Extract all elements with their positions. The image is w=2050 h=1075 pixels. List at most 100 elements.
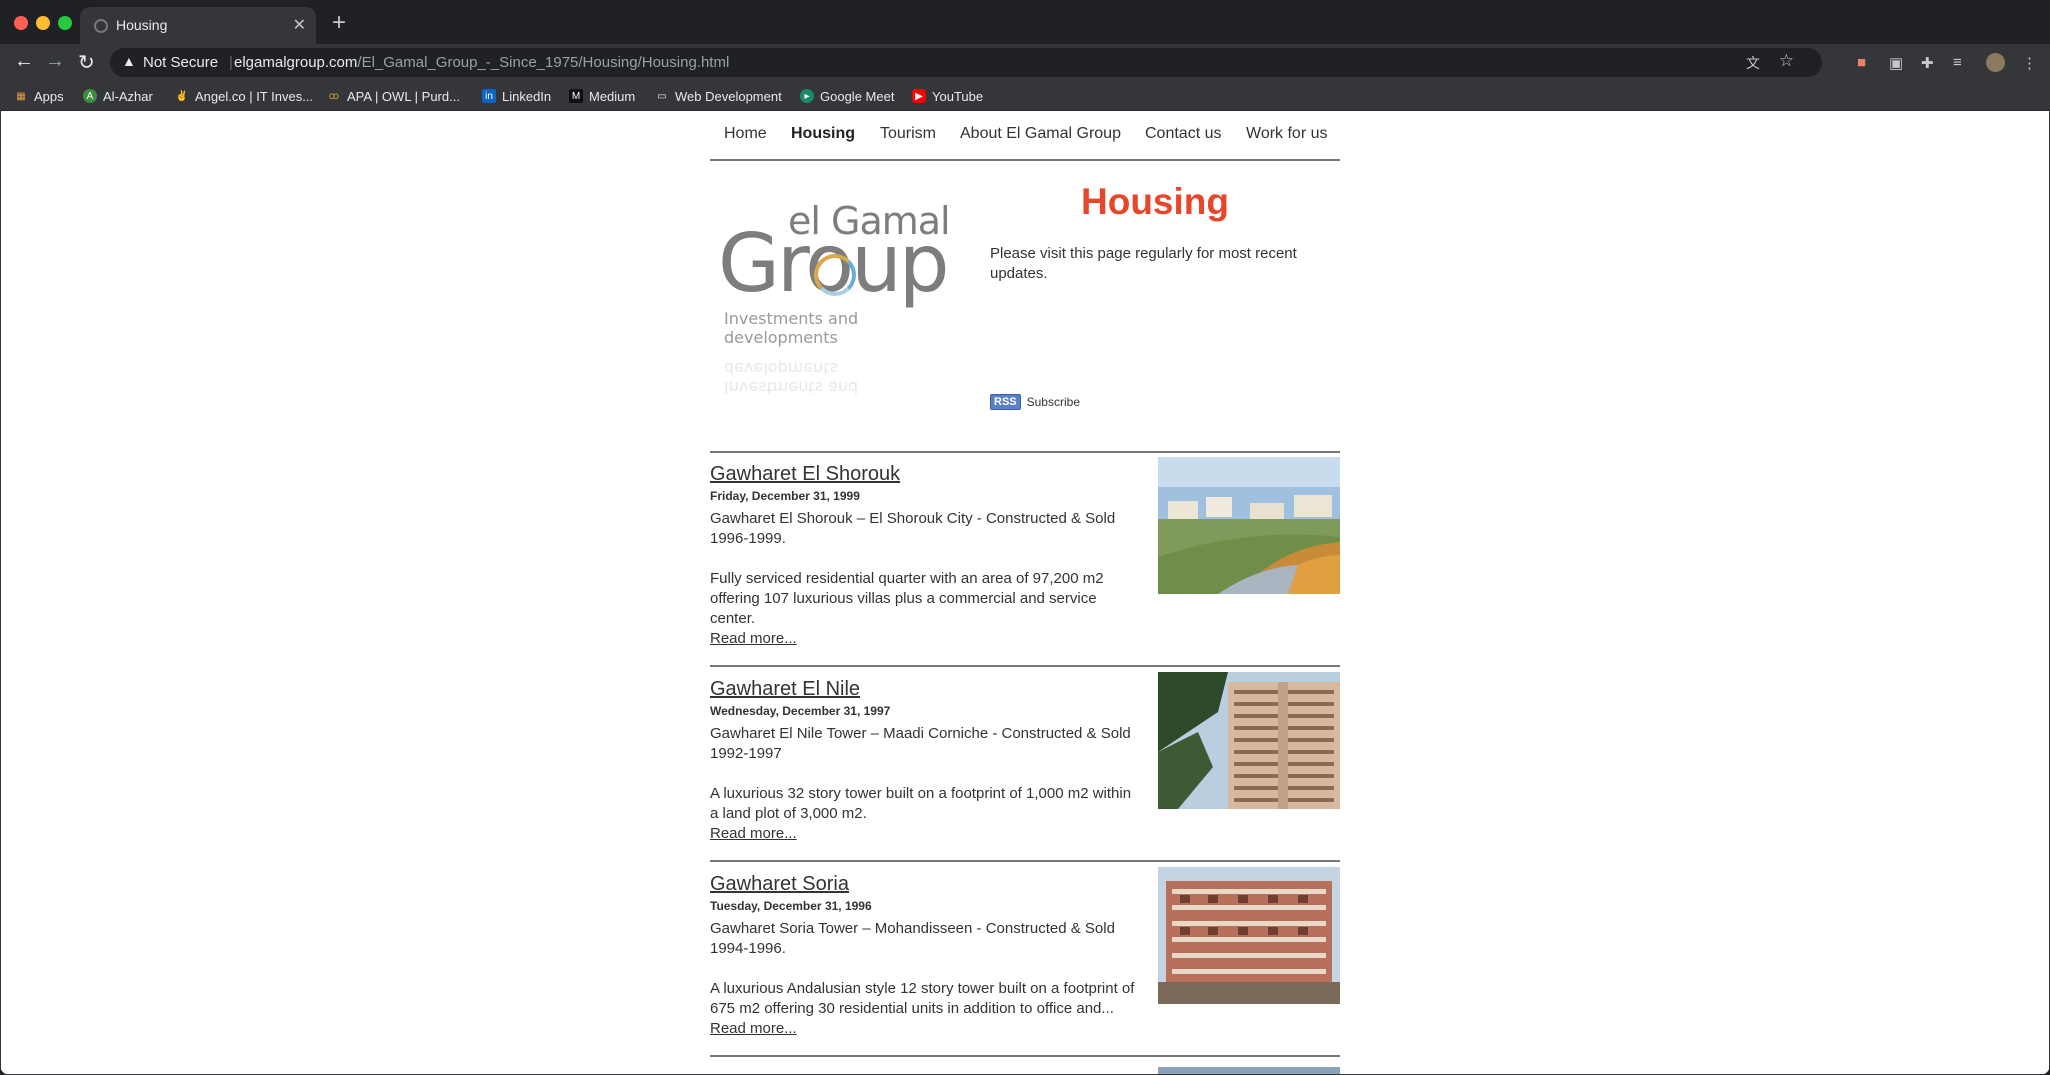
article-date: Tuesday, December 31, 1996 bbox=[710, 899, 872, 913]
owl-icon: ꝏ bbox=[328, 90, 340, 102]
article-thumbnail[interactable] bbox=[1158, 1067, 1340, 1074]
article-paragraph: Fully serviced residential quarter with … bbox=[710, 570, 1104, 627]
bookmark-label: YouTube bbox=[932, 88, 984, 104]
el-gamal-logo: el Gamal Group Investments and developme… bbox=[710, 181, 960, 421]
article-summary: Gawharet Soria Tower – Mohandisseen - Co… bbox=[710, 919, 1140, 1019]
article-paragraph: Gawharet El Shorouk – El Shorouk City - … bbox=[710, 510, 1116, 547]
divider bbox=[710, 665, 1340, 667]
bookmark-al-azhar[interactable]: A Al-Azhar bbox=[83, 84, 153, 108]
article-summary: Gawharet El Nile Tower – Maadi Corniche … bbox=[710, 724, 1140, 824]
bookmark-label: Al-Azhar bbox=[103, 88, 153, 104]
nav-tourism[interactable]: Tourism bbox=[880, 125, 936, 143]
bookmark-label: Web Development bbox=[675, 88, 782, 104]
bookmark-web-development[interactable]: ▭ Web Development bbox=[655, 84, 782, 108]
bookmark-label: LinkedIn bbox=[502, 88, 552, 104]
bookmark-linkedin[interactable]: in LinkedIn bbox=[482, 84, 551, 108]
translate-icon[interactable]: 文 bbox=[1746, 53, 1760, 73]
divider bbox=[710, 860, 1340, 862]
andalusian-tower-photo bbox=[1158, 867, 1340, 1004]
menu-icon[interactable]: ⋮ bbox=[2022, 54, 2037, 72]
read-more-link[interactable]: Read more... bbox=[710, 825, 797, 842]
address-bar[interactable]: ▲ Not Secure | elgamalgroup.com/El_Gamal… bbox=[110, 48, 1822, 77]
bookmark-angel[interactable]: ✌ Angel.co | IT Inves... bbox=[175, 84, 313, 108]
bookmark-star-icon[interactable]: ☆ bbox=[1779, 51, 1794, 71]
article-date: Friday, December 31, 1999 bbox=[710, 489, 860, 503]
back-icon[interactable]: ← bbox=[14, 50, 34, 73]
article-thumbnail[interactable] bbox=[1158, 867, 1340, 1004]
close-window-button[interactable] bbox=[14, 16, 28, 30]
url-path: /El_Gamal_Group_-_Since_1975/Housing/Hou… bbox=[357, 54, 730, 71]
article-thumbnail[interactable] bbox=[1158, 672, 1340, 809]
window-controls bbox=[14, 16, 72, 30]
browser-window: Housing ✕ + ← → ↻ ▲ Not Secure | elgamal… bbox=[0, 0, 2050, 1075]
article-paragraph: A luxurious Andalusian style 12 story to… bbox=[710, 980, 1135, 1017]
url-text: elgamalgroup.com/El_Gamal_Group_-_Since_… bbox=[234, 54, 729, 71]
extension-icon[interactable]: ■ bbox=[1857, 54, 1866, 71]
bookmark-label: Angel.co | IT Inves... bbox=[195, 88, 314, 104]
article-title[interactable]: Gawharet Soria bbox=[710, 873, 849, 896]
medium-icon: M bbox=[569, 89, 583, 103]
article-summary: Gawharet El Shorouk – El Shorouk City - … bbox=[710, 509, 1140, 629]
article-thumbnail[interactable] bbox=[1158, 457, 1340, 594]
security-label: Not Secure bbox=[143, 54, 219, 71]
bookmark-label: APA | OWL | Purd... bbox=[347, 88, 460, 104]
bookmark-youtube[interactable]: ▶ YouTube bbox=[912, 84, 983, 108]
angel-icon: ✌ bbox=[175, 90, 189, 102]
logo-reflection: Investments and developments bbox=[724, 359, 859, 397]
new-tab-button[interactable]: + bbox=[332, 9, 346, 37]
villas-photo bbox=[1158, 457, 1340, 594]
warning-icon: ▲ bbox=[122, 53, 136, 69]
nav-about[interactable]: About El Gamal Group bbox=[960, 125, 1121, 143]
extension-icon[interactable]: ▣ bbox=[1889, 54, 1903, 72]
article-paragraph: A luxurious 32 story tower built on a fo… bbox=[710, 785, 1132, 822]
rss-subscribe[interactable]: RSS Subscribe bbox=[990, 394, 1080, 410]
tab-housing[interactable]: Housing ✕ bbox=[80, 7, 316, 44]
separator: | bbox=[229, 54, 233, 71]
bookmark-apps[interactable]: ▦ Apps bbox=[14, 84, 64, 108]
bookmark-label: Google Meet bbox=[820, 88, 895, 104]
bookmark-owl[interactable]: ꝏ APA | OWL | Purd... bbox=[327, 84, 460, 108]
al-azhar-icon: A bbox=[83, 89, 97, 103]
puzzle-icon[interactable]: ✚ bbox=[1921, 54, 1934, 72]
close-tab-icon[interactable]: ✕ bbox=[293, 15, 306, 35]
page-viewport[interactable]: Home Housing Tourism About El Gamal Grou… bbox=[1, 111, 2049, 1074]
url-domain: elgamalgroup.com bbox=[234, 54, 358, 71]
reading-list-icon[interactable]: ≡ bbox=[1953, 54, 1962, 71]
profile-avatar[interactable] bbox=[1986, 53, 2005, 72]
nav-housing[interactable]: Housing bbox=[791, 125, 855, 143]
maximize-window-button[interactable] bbox=[58, 16, 72, 30]
article-paragraph: Gawharet El Nile Tower – Maadi Corniche … bbox=[710, 725, 1131, 762]
bookmark-google-meet[interactable]: ▸ Google Meet bbox=[800, 84, 894, 108]
logo-swirl-icon bbox=[814, 254, 856, 296]
site-nav: Home Housing Tourism About El Gamal Grou… bbox=[710, 111, 1340, 161]
bookmark-label: Apps bbox=[34, 88, 64, 104]
read-more-link[interactable]: Read more... bbox=[710, 1020, 797, 1037]
forward-icon[interactable]: → bbox=[45, 50, 65, 73]
nav-contact[interactable]: Contact us bbox=[1145, 125, 1221, 143]
article-title[interactable]: Gawharet El Nile bbox=[710, 678, 860, 701]
minimize-window-button[interactable] bbox=[36, 16, 50, 30]
youtube-icon: ▶ bbox=[912, 89, 926, 103]
divider bbox=[710, 1055, 1340, 1057]
globe-icon bbox=[94, 19, 108, 33]
nav-work[interactable]: Work for us bbox=[1246, 125, 1328, 143]
toolbar: ← → ↻ ▲ Not Secure | elgamalgroup.com/El… bbox=[0, 44, 2050, 81]
rss-icon: RSS bbox=[990, 394, 1021, 410]
bookmark-label: Medium bbox=[589, 88, 636, 104]
article-paragraph: Gawharet Soria Tower – Mohandisseen - Co… bbox=[710, 920, 1115, 957]
reload-icon[interactable]: ↻ bbox=[78, 50, 95, 75]
bookmark-medium[interactable]: M Medium bbox=[569, 84, 635, 108]
logo-tagline: Investments and developments bbox=[724, 309, 859, 347]
intro-text: Please visit this page regularly for mos… bbox=[990, 245, 1297, 282]
divider bbox=[710, 451, 1340, 453]
google-meet-icon: ▸ bbox=[800, 89, 814, 103]
read-more-link[interactable]: Read more... bbox=[710, 630, 797, 647]
tab-title: Housing bbox=[116, 17, 168, 33]
nav-home[interactable]: Home bbox=[724, 125, 767, 143]
tab-strip: Housing ✕ + bbox=[0, 0, 2050, 44]
article-title[interactable]: Gawharet El Shorouk bbox=[710, 463, 900, 486]
page-title: Housing bbox=[1081, 181, 1229, 222]
apps-grid-icon: ▦ bbox=[16, 90, 26, 102]
tower-photo bbox=[1158, 672, 1340, 809]
linkedin-icon: in bbox=[482, 89, 496, 103]
